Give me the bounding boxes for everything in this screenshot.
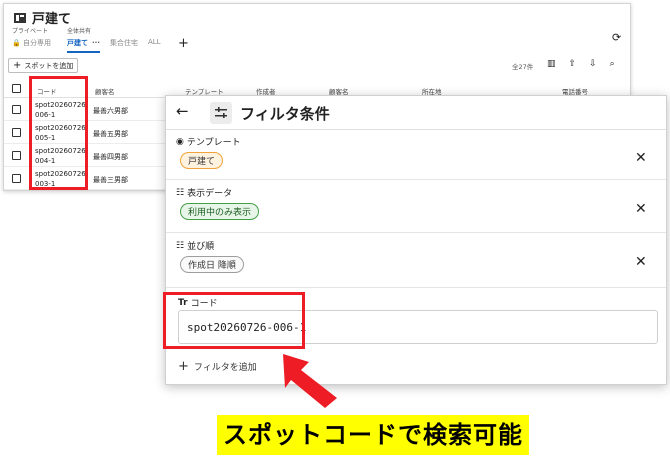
customer-name: 最善六男部 bbox=[93, 107, 128, 115]
tab-label: 自分専用 bbox=[22, 39, 51, 47]
template-chip[interactable]: 戸建て bbox=[180, 152, 224, 169]
code-column-highlight bbox=[29, 76, 88, 190]
plus-icon: + bbox=[13, 60, 22, 71]
annotation-caption: スポットコードで検索可能 bbox=[217, 415, 529, 455]
filter-panel-title: フィルタ条件 bbox=[240, 105, 330, 123]
row-checkbox[interactable] bbox=[12, 174, 21, 183]
filter-sort-order: ☷ 並び順 作成日 降順 ✕ bbox=[166, 234, 666, 288]
lock-icon: 🔒 bbox=[12, 39, 21, 47]
tab-group-private: プライベート 🔒 自分専用 bbox=[12, 26, 51, 53]
add-filter-label: フィルタを追加 bbox=[193, 363, 257, 373]
filter-template: ◉ テンプレート 戸建て ✕ bbox=[166, 130, 666, 180]
filter-display-data: ☷ 表示データ 利用中のみ表示 ✕ bbox=[166, 181, 666, 233]
red-arrow-icon bbox=[283, 354, 337, 408]
customer-name: 最善五男部 bbox=[93, 130, 128, 138]
more-icon[interactable]: ··· bbox=[92, 39, 100, 47]
tab-group-shared: 全体共有 戸建て ··· 集合住宅 ALL bbox=[66, 26, 161, 53]
remove-filter-icon[interactable]: ✕ bbox=[635, 201, 647, 217]
add-tab-button[interactable]: + bbox=[178, 36, 189, 51]
filter-label: ◉ テンプレート bbox=[176, 135, 241, 149]
customer-name: 最善三男部 bbox=[93, 176, 128, 184]
upload-icon[interactable]: ⇧ bbox=[569, 59, 577, 69]
window-title-bar: 戸建て bbox=[14, 8, 71, 27]
search-icon[interactable]: ⌕ bbox=[610, 59, 615, 69]
filter-label: ☷ 並び順 bbox=[176, 239, 215, 253]
filter-label: ☷ 表示データ bbox=[176, 186, 233, 200]
column-header[interactable]: 顧客名 bbox=[95, 86, 115, 96]
refresh-icon[interactable]: ⟳ bbox=[612, 31, 621, 44]
checklist-icon: ☷ bbox=[176, 240, 185, 251]
filter-settings-icon bbox=[210, 102, 232, 124]
tab-group-label: 全体共有 bbox=[66, 28, 91, 35]
toolbar-icons: ▥ ⇧ ⇩ ⌕ bbox=[547, 59, 615, 69]
tab-label: 戸建て bbox=[66, 39, 88, 47]
map-icon[interactable]: ▥ bbox=[547, 59, 556, 69]
record-count: 全27件 bbox=[512, 63, 534, 71]
folder-icon bbox=[14, 12, 26, 23]
code-filter-highlight bbox=[163, 292, 305, 349]
select-all-checkbox[interactable] bbox=[12, 84, 21, 93]
tab-groups: プライベート 🔒 自分専用 全体共有 戸建て ··· 集合住宅 ALL bbox=[12, 26, 161, 53]
page-title: 戸建て bbox=[32, 12, 72, 27]
remove-filter-icon[interactable]: ✕ bbox=[635, 254, 647, 270]
tab-private-only[interactable]: 🔒 自分専用 bbox=[12, 38, 51, 51]
tab-group-label: プライベート bbox=[12, 28, 49, 35]
display-data-chip[interactable]: 利用中のみ表示 bbox=[180, 203, 260, 220]
add-spot-label: スポットを追加 bbox=[24, 61, 74, 70]
filter-panel-header: ← フィルタ条件 bbox=[166, 96, 666, 130]
tab-apartment[interactable]: 集合住宅 bbox=[110, 38, 138, 53]
row-checkbox[interactable] bbox=[12, 105, 21, 114]
sort-order-chip[interactable]: 作成日 降順 bbox=[180, 256, 244, 273]
filter-label-text: 表示データ bbox=[187, 189, 233, 199]
filter-label-text: 並び順 bbox=[187, 242, 215, 252]
filter-label-text: テンプレート bbox=[186, 138, 241, 148]
add-spot-button[interactable]: + スポットを追加 bbox=[8, 58, 79, 73]
list-toolbar: + スポットを追加 全27件 ▥ ⇧ ⇩ ⌕ bbox=[4, 56, 630, 76]
radio-icon: ◉ bbox=[176, 136, 184, 147]
plus-icon: + bbox=[178, 359, 189, 374]
checklist-icon: ☷ bbox=[176, 187, 185, 198]
back-arrow-icon[interactable]: ← bbox=[176, 102, 189, 120]
row-checkbox[interactable] bbox=[12, 151, 21, 160]
row-checkbox[interactable] bbox=[12, 128, 21, 137]
customer-name: 最善四男部 bbox=[93, 153, 128, 161]
tab-detached-house[interactable]: 戸建て ··· bbox=[66, 38, 100, 53]
remove-filter-icon[interactable]: ✕ bbox=[635, 150, 647, 166]
download-icon[interactable]: ⇩ bbox=[589, 59, 597, 69]
add-filter-button[interactable]: + フィルタを追加 bbox=[178, 359, 257, 374]
tab-all[interactable]: ALL bbox=[148, 38, 161, 53]
